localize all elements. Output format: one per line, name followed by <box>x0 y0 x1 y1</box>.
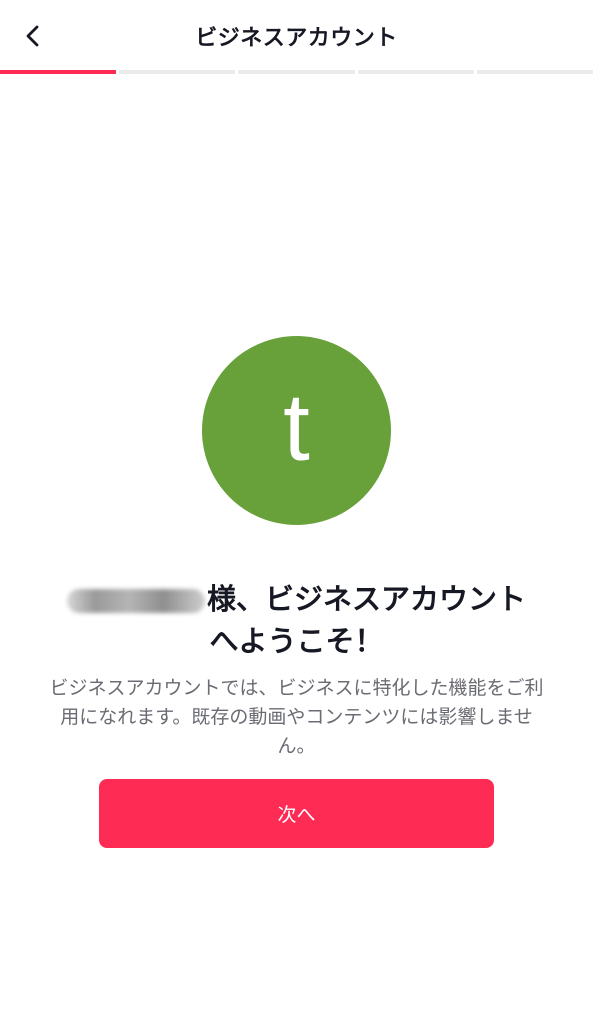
progress-segment <box>476 70 593 74</box>
welcome-heading: 様、ビジネスアカウント へようこそ！ <box>40 578 553 662</box>
header: ビジネスアカウント <box>0 0 593 70</box>
welcome-line-2: へようこそ！ <box>209 624 384 658</box>
progress-segment <box>238 70 355 74</box>
page-title: ビジネスアカウント <box>195 26 398 51</box>
redacted-username <box>66 589 205 613</box>
progress-segment <box>357 70 474 74</box>
next-button[interactable]: 次へ <box>99 779 494 848</box>
progress-segment <box>0 70 117 74</box>
avatar: t <box>202 336 391 525</box>
avatar-letter: t <box>283 373 310 481</box>
progress-segment <box>119 70 236 74</box>
description-text: ビジネスアカウントでは、ビジネスに特化した機能をご利用になれます。既存の動画やコ… <box>49 677 544 757</box>
welcome-line-1: 様、ビジネスアカウント <box>206 582 526 616</box>
step-progress-bar <box>0 70 593 74</box>
